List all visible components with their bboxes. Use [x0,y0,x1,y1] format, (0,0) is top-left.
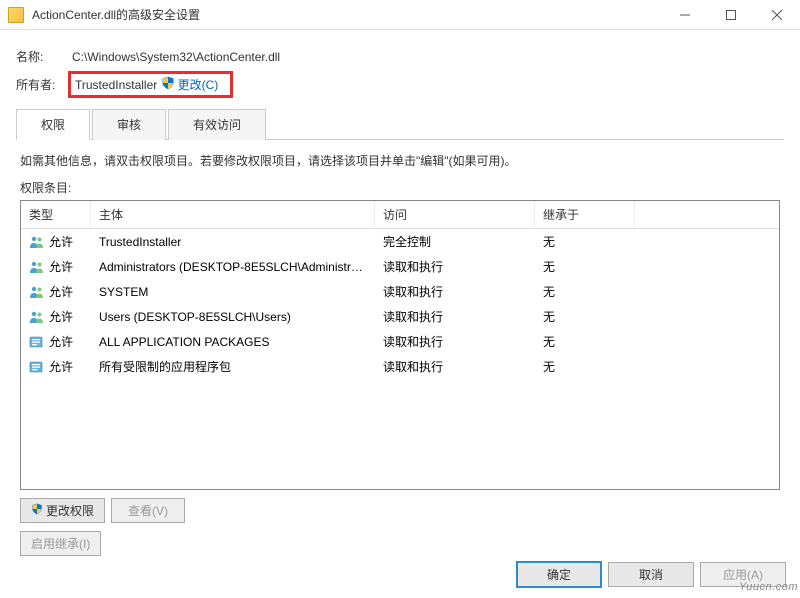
inherit-row: 启用继承(I) [20,531,780,556]
row-principal: Users (DESKTOP-8E5SLCH\Users) [91,308,375,326]
row-type: 允许 [49,233,73,250]
table-row[interactable]: 允许 Administrators (DESKTOP-8E5SLCH\Admini… [21,254,779,279]
view-button[interactable]: 查看(V) [111,498,185,523]
titlebar-buttons [662,0,800,30]
minimize-button[interactable] [662,0,708,30]
folder-icon [8,7,24,23]
row-principal: TrustedInstaller [91,233,375,251]
col-principal-header[interactable]: 主体 [91,201,375,228]
row-inherit: 无 [535,331,635,352]
tab-permissions[interactable]: 权限 [16,109,90,140]
help-text: 如需其他信息，请双击权限项目。若要修改权限项目，请选择该项目并单击"编辑"(如果… [20,152,780,169]
name-row: 名称: C:\Windows\System32\ActionCenter.dll [16,48,784,65]
shield-icon [31,503,43,518]
owner-highlight: TrustedInstaller 更改(C) [68,71,233,98]
row-inherit: 无 [535,356,635,377]
row-type: 允许 [49,333,73,350]
col-type-header[interactable]: 类型 [21,201,91,228]
row-principal: ALL APPLICATION PACKAGES [91,333,375,351]
row-inherit: 无 [535,306,635,327]
ok-button[interactable]: 确定 [516,561,602,588]
owner-label: 所有者: [16,76,72,93]
table-row[interactable]: 允许 ALL APPLICATION PACKAGES读取和执行无 [21,329,779,354]
row-type: 允许 [49,283,73,300]
table-body: 允许TrustedInstaller完全控制无允许Administrators … [21,229,779,379]
name-value: C:\Windows\System32\ActionCenter.dll [72,50,280,64]
change-permissions-button[interactable]: 更改权限 [20,498,105,523]
users-icon [29,235,45,249]
row-access: 读取和执行 [375,281,535,302]
col-access-header[interactable]: 访问 [375,201,535,228]
action-buttons-row: 更改权限 查看(V) [20,498,780,523]
table-header: 类型 主体 访问 继承于 [21,201,779,229]
table-row[interactable]: 允许 TrustedInstaller完全控制无 [21,229,779,254]
tab-effective-access[interactable]: 有效访问 [168,109,266,140]
row-access: 读取和执行 [375,356,535,377]
row-type: 允许 [49,258,73,275]
package-icon [29,335,45,349]
enable-inheritance-button[interactable]: 启用继承(I) [20,531,101,556]
row-access: 完全控制 [375,231,535,252]
package-icon [29,360,45,374]
table-row[interactable]: 允许 Users (DESKTOP-8E5SLCH\Users)读取和执行无 [21,304,779,329]
row-inherit: 无 [535,256,635,277]
close-button[interactable] [754,0,800,30]
table-row[interactable]: 允许 SYSTEM读取和执行无 [21,279,779,304]
table-row[interactable]: 允许 所有受限制的应用程序包读取和执行无 [21,354,779,379]
users-icon [29,310,45,324]
tab-content: 如需其他信息，请双击权限项目。若要修改权限项目，请选择该项目并单击"编辑"(如果… [16,140,784,568]
change-link-label: 更改(C) [178,76,219,93]
users-icon [29,260,45,274]
tabs: 权限 审核 有效访问 [16,108,784,140]
row-access: 读取和执行 [375,331,535,352]
row-principal: SYSTEM [91,283,375,301]
row-type: 允许 [49,358,73,375]
title-bar: ActionCenter.dll的高级安全设置 [0,0,800,30]
entries-label: 权限条目: [20,179,780,196]
row-principal: Administrators (DESKTOP-8E5SLCH\Administ… [91,258,375,276]
row-inherit: 无 [535,281,635,302]
maximize-button[interactable] [708,0,754,30]
row-inherit: 无 [535,231,635,252]
dialog-content: 名称: C:\Windows\System32\ActionCenter.dll… [0,30,800,568]
shield-icon [161,76,175,93]
window-title: ActionCenter.dll的高级安全设置 [32,6,662,23]
row-access: 读取和执行 [375,256,535,277]
watermark: Yuucn.com [739,581,798,593]
owner-row: 所有者: TrustedInstaller 更改(C) [16,71,784,98]
row-type: 允许 [49,308,73,325]
owner-value: TrustedInstaller 更改(C) [72,71,233,98]
row-access: 读取和执行 [375,306,535,327]
users-icon [29,285,45,299]
cancel-button[interactable]: 取消 [608,562,694,587]
row-principal: 所有受限制的应用程序包 [91,356,375,377]
change-owner-link[interactable]: 更改(C) [161,76,219,93]
col-inherit-header[interactable]: 继承于 [535,201,635,228]
permissions-table: 类型 主体 访问 继承于 允许TrustedInstaller完全控制无允许Ad… [20,200,780,490]
change-perm-label: 更改权限 [46,502,94,519]
name-label: 名称: [16,48,72,65]
owner-name: TrustedInstaller [75,78,157,92]
tab-auditing[interactable]: 审核 [92,109,166,140]
